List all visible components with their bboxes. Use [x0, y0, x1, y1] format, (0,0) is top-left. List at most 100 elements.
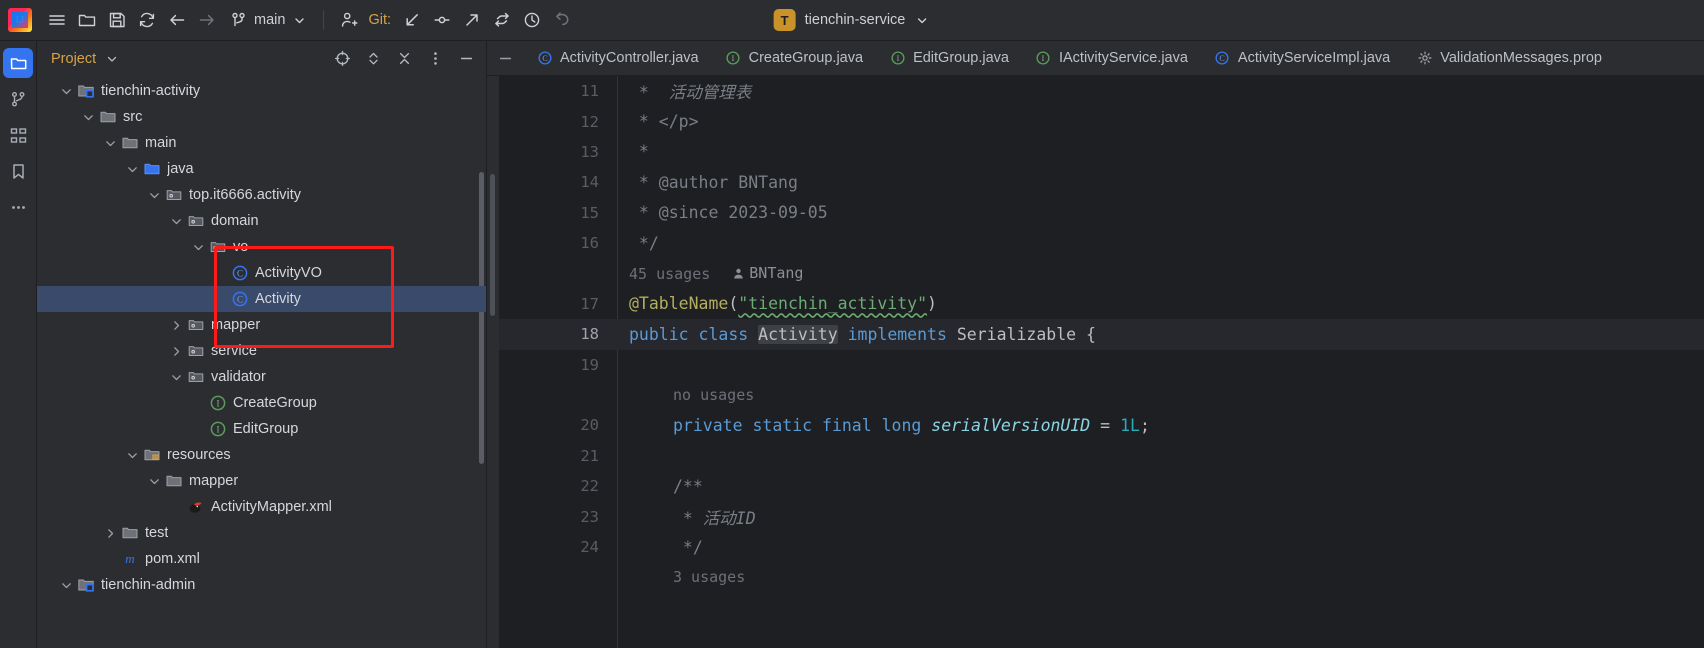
tree-row-label: resources	[167, 447, 231, 463]
git-history-icon[interactable]	[517, 5, 547, 35]
editor-tab[interactable]: C ActivityController.java	[523, 41, 712, 75]
chevron-down-icon[interactable]	[59, 78, 74, 104]
collapse-all-button[interactable]	[392, 47, 416, 71]
line-text: /**	[673, 476, 703, 496]
usages-hint-no-usages[interactable]: no usages	[499, 380, 1704, 410]
tree-row[interactable]: validator	[37, 364, 486, 390]
usages-count[interactable]: 3 usages	[617, 568, 745, 586]
git-branch-widget[interactable]: main	[222, 6, 313, 34]
svg-text:C: C	[237, 294, 243, 304]
chevron-down-icon[interactable]	[103, 130, 118, 156]
git-commit-icon[interactable]	[427, 5, 457, 35]
tree-row[interactable]: ActivityMapper.xml	[37, 494, 486, 520]
add-user-icon[interactable]	[334, 5, 364, 35]
svg-text:I: I	[217, 398, 220, 408]
tool-window-bookmarks[interactable]	[3, 156, 33, 186]
chevron-down-icon[interactable]	[59, 572, 74, 598]
tree-row-label: main	[145, 135, 177, 151]
java-class-icon: C	[1214, 50, 1231, 67]
no-usages-label[interactable]: no usages	[617, 386, 754, 404]
tree-row-label: tienchin-admin	[101, 577, 196, 593]
tree-row[interactable]: main	[37, 130, 486, 156]
line-number: 12	[580, 112, 599, 131]
tree-row-label: Activity	[255, 291, 301, 307]
tree-row[interactable]: top.it6666.activity	[37, 182, 486, 208]
line-number: 17	[580, 294, 599, 313]
usages-hint-3[interactable]: 3 usages	[499, 562, 1704, 592]
tree-row[interactable]: I EditGroup	[37, 416, 486, 442]
code-content[interactable]: 11 * 活动管理表 12 * </p> 13 * 14 * @author B…	[499, 76, 1704, 648]
settings-gear-icon	[1416, 50, 1433, 67]
tree-row[interactable]: C ActivityVO	[37, 260, 486, 286]
tool-window-more[interactable]	[3, 192, 33, 222]
select-opened-file-button[interactable]	[330, 47, 354, 71]
editor-scroll-thumb[interactable]	[490, 174, 495, 316]
code-line-17: 17 @TableName("tienchin_activity")	[499, 289, 1704, 319]
hide-panel-button[interactable]	[454, 47, 478, 71]
panel-options-button[interactable]	[423, 47, 447, 71]
code-author: BNTang	[710, 264, 803, 284]
package-folder-icon	[186, 211, 206, 231]
editor-tab[interactable]: ValidationMessages.prop	[1403, 41, 1615, 75]
editor-tab[interactable]: I IActivityService.java	[1022, 41, 1201, 75]
usages-count[interactable]: 45 usages	[617, 265, 710, 283]
line-text: * @since 2023-09-05	[629, 203, 828, 223]
run-configuration-selector[interactable]: T tienchin-service	[768, 6, 937, 34]
navigate-back-icon[interactable]	[162, 5, 192, 35]
tree-row[interactable]: vo	[37, 234, 486, 260]
tool-window-project[interactable]	[3, 48, 33, 78]
tree-row[interactable]: I CreateGroup	[37, 390, 486, 416]
chevron-right-icon[interactable]	[169, 338, 184, 364]
git-update-project-icon[interactable]	[397, 5, 427, 35]
tree-row-label: tienchin-activity	[101, 83, 201, 99]
tree-row[interactable]: mapper	[37, 468, 486, 494]
code-editor[interactable]: 11 * 活动管理表 12 * </p> 13 * 14 * @author B…	[487, 76, 1704, 648]
editor-tab[interactable]: I EditGroup.java	[876, 41, 1022, 75]
chevron-down-icon[interactable]	[169, 364, 184, 390]
git-push-icon[interactable]	[457, 5, 487, 35]
package-folder-icon	[186, 315, 206, 335]
chevron-down-icon[interactable]	[147, 182, 162, 208]
chevron-down-icon[interactable]	[191, 234, 206, 260]
hide-tabs-icon[interactable]	[487, 41, 523, 75]
chevron-down-icon[interactable]	[147, 468, 162, 494]
chevron-right-icon[interactable]	[103, 520, 118, 546]
git-rollback-icon[interactable]	[547, 5, 577, 35]
tree-row[interactable]: java	[37, 156, 486, 182]
tool-window-structure[interactable]	[3, 120, 33, 150]
editor-tab[interactable]: C ActivityServiceImpl.java	[1201, 41, 1403, 75]
save-all-icon[interactable]	[102, 5, 132, 35]
tree-row[interactable]: test	[37, 520, 486, 546]
tree-row[interactable]: mapper	[37, 312, 486, 338]
reload-from-disk-icon[interactable]	[132, 5, 162, 35]
git-pull-requests-icon[interactable]	[487, 5, 517, 35]
chevron-right-icon[interactable]	[169, 312, 184, 338]
chevron-down-icon[interactable]	[169, 208, 184, 234]
tree-row[interactable]: resources	[37, 442, 486, 468]
line-text: * @author BNTang	[629, 172, 798, 192]
chevron-down-icon[interactable]	[125, 156, 140, 182]
project-file-tree[interactable]: tienchin-activity src main java top.it6666.a…	[37, 76, 486, 648]
folder-icon	[98, 107, 118, 127]
chevron-down-icon[interactable]	[125, 442, 140, 468]
tree-row-selected[interactable]: C Activity	[37, 286, 486, 312]
tree-row[interactable]: service	[37, 338, 486, 364]
tree-row[interactable]: domain	[37, 208, 486, 234]
editor-tab[interactable]: I CreateGroup.java	[712, 41, 876, 75]
tree-row[interactable]: tienchin-activity	[37, 78, 486, 104]
open-folder-icon[interactable]	[72, 5, 102, 35]
chevron-down-icon[interactable]	[81, 104, 96, 130]
main-menu-icon[interactable]	[42, 5, 72, 35]
ide-body: Project tienchin-activity src main java …	[0, 41, 1704, 648]
tool-window-commit[interactable]	[3, 84, 33, 114]
package-folder-icon	[164, 185, 184, 205]
tree-row[interactable]: src	[37, 104, 486, 130]
tree-row[interactable]: tienchin-admin	[37, 572, 486, 598]
expand-collapse-button[interactable]	[361, 47, 385, 71]
chevron-down-icon[interactable]	[103, 47, 120, 71]
kw-class: class	[698, 324, 749, 344]
usages-hint-45[interactable]: 45 usages BNTang	[499, 258, 1704, 288]
navigate-forward-icon[interactable]	[192, 5, 222, 35]
tree-row[interactable]: m pom.xml	[37, 546, 486, 572]
svg-text:C: C	[1220, 54, 1225, 63]
